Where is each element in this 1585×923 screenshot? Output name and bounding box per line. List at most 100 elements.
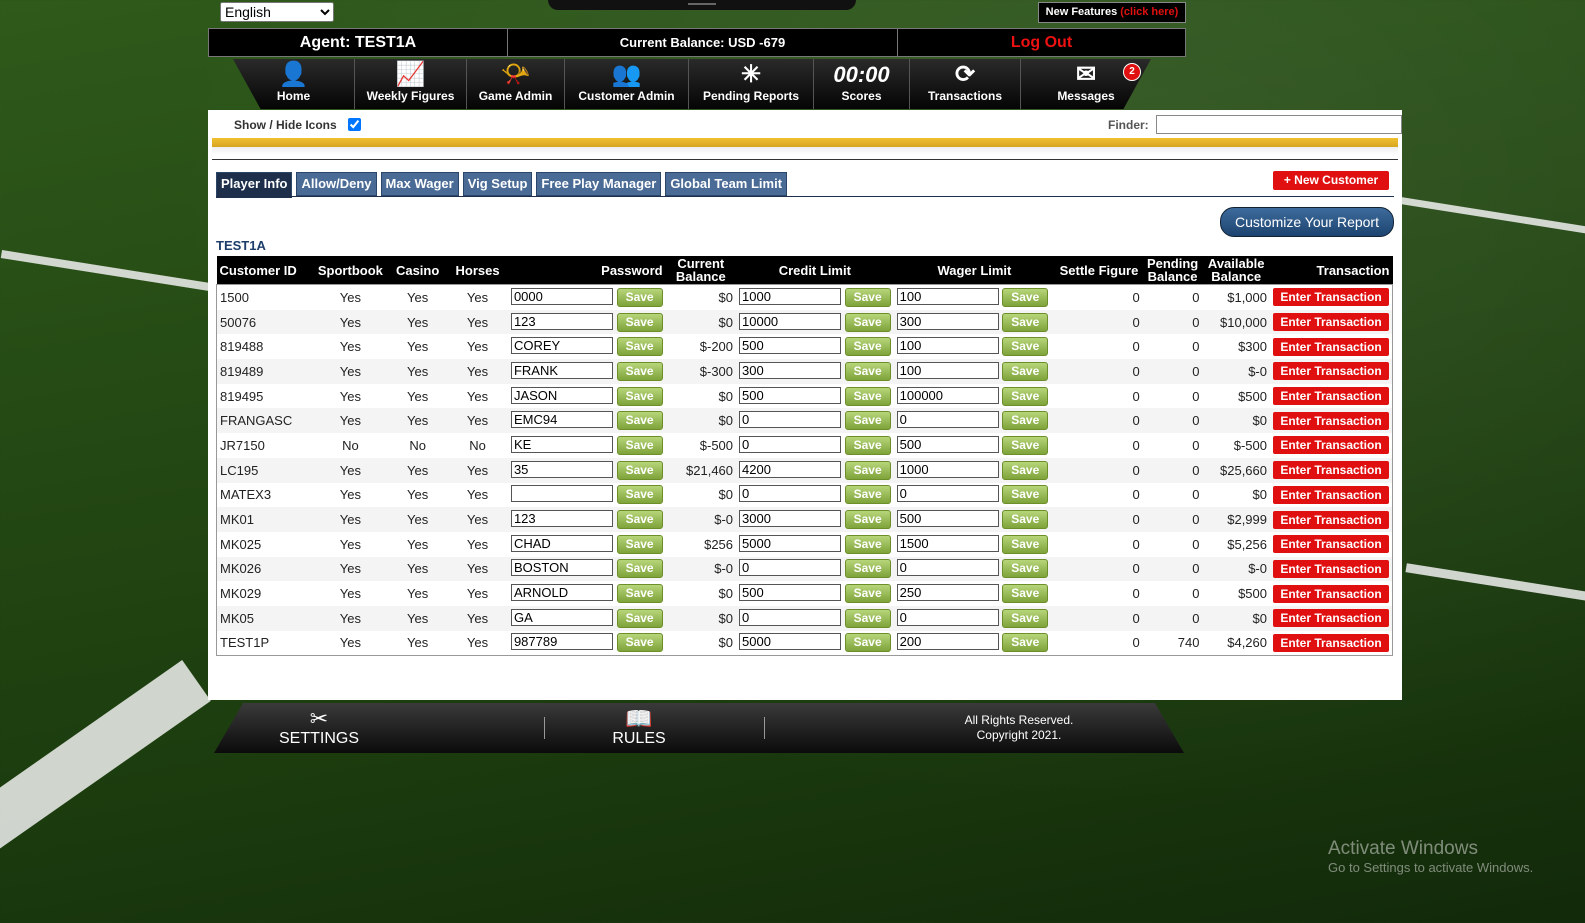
credit-limit-input[interactable] <box>739 435 842 453</box>
horses-status[interactable]: Yes <box>447 581 508 606</box>
password-input[interactable] <box>510 312 613 330</box>
wager-limit-input[interactable] <box>896 312 999 330</box>
wager-limit-input[interactable] <box>896 510 999 528</box>
horses-status[interactable]: Yes <box>447 557 508 582</box>
click-here-link[interactable]: (click here) <box>1120 6 1178 18</box>
save-credit-limit-button[interactable]: Save <box>844 633 891 653</box>
enter-transaction-button[interactable]: Enter Transaction <box>1273 288 1389 307</box>
customer-id[interactable]: MATEX3 <box>217 483 313 508</box>
save-password-button[interactable]: Save <box>616 337 663 357</box>
enter-transaction-button[interactable]: Enter Transaction <box>1273 510 1389 529</box>
sportbook-status[interactable]: No <box>313 433 389 458</box>
wager-limit-input[interactable] <box>896 386 999 404</box>
horses-status[interactable]: Yes <box>447 359 508 384</box>
credit-limit-input[interactable] <box>739 411 842 429</box>
save-credit-limit-button[interactable]: Save <box>844 534 891 554</box>
nav-customer-admin[interactable]: 👥 Customer Admin <box>565 59 689 109</box>
sportbook-status[interactable]: Yes <box>313 532 389 557</box>
customer-id[interactable]: TEST1P <box>217 631 313 656</box>
credit-limit-input[interactable] <box>739 510 842 528</box>
credit-limit-input[interactable] <box>739 361 842 379</box>
language-select[interactable]: English <box>220 2 334 22</box>
credit-limit-input[interactable] <box>739 312 842 330</box>
save-credit-limit-button[interactable]: Save <box>844 608 891 628</box>
settings-link[interactable]: ✂ SETTINGS <box>254 707 384 747</box>
save-password-button[interactable]: Save <box>616 287 663 307</box>
save-password-button[interactable]: Save <box>616 584 663 604</box>
horses-status[interactable]: Yes <box>447 507 508 532</box>
save-wager-limit-button[interactable]: Save <box>1002 485 1049 505</box>
save-wager-limit-button[interactable]: Save <box>1002 584 1049 604</box>
credit-limit-input[interactable] <box>739 559 842 577</box>
customer-id[interactable]: MK01 <box>217 507 313 532</box>
password-input[interactable] <box>510 608 613 626</box>
customer-id[interactable]: 50076 <box>217 310 313 335</box>
sportbook-status[interactable]: Yes <box>313 483 389 508</box>
casino-status[interactable]: Yes <box>388 483 447 508</box>
sportbook-status[interactable]: Yes <box>313 631 389 656</box>
horses-status[interactable]: Yes <box>447 408 508 433</box>
casino-status[interactable]: Yes <box>388 334 447 359</box>
wager-limit-input[interactable] <box>896 608 999 626</box>
customer-id[interactable]: JR7150 <box>217 433 313 458</box>
customer-id[interactable]: FRANGASC <box>217 408 313 433</box>
customer-id[interactable]: LC195 <box>217 458 313 483</box>
save-password-button[interactable]: Save <box>616 608 663 628</box>
enter-transaction-button[interactable]: Enter Transaction <box>1273 535 1389 554</box>
enter-transaction-button[interactable]: Enter Transaction <box>1273 436 1389 455</box>
password-input[interactable] <box>510 337 613 355</box>
wager-limit-input[interactable] <box>896 584 999 602</box>
casino-status[interactable]: Yes <box>388 532 447 557</box>
save-credit-limit-button[interactable]: Save <box>844 559 891 579</box>
credit-limit-input[interactable] <box>739 633 842 651</box>
new-customer-button[interactable]: + New Customer <box>1273 171 1389 190</box>
top-handle[interactable] <box>548 0 856 10</box>
tab-allow-deny[interactable]: Allow/Deny <box>296 172 377 196</box>
save-password-button[interactable]: Save <box>616 312 663 332</box>
enter-transaction-button[interactable]: Enter Transaction <box>1273 461 1389 480</box>
save-credit-limit-button[interactable]: Save <box>844 386 891 406</box>
sportbook-status[interactable]: Yes <box>313 310 389 335</box>
save-wager-limit-button[interactable]: Save <box>1002 411 1049 431</box>
horses-status[interactable]: Yes <box>447 532 508 557</box>
horses-status[interactable]: Yes <box>447 384 508 409</box>
save-credit-limit-button[interactable]: Save <box>844 287 891 307</box>
save-password-button[interactable]: Save <box>616 559 663 579</box>
save-password-button[interactable]: Save <box>616 485 663 505</box>
customer-id[interactable]: 819495 <box>217 384 313 409</box>
enter-transaction-button[interactable]: Enter Transaction <box>1273 609 1389 628</box>
wager-limit-input[interactable] <box>896 485 999 503</box>
credit-limit-input[interactable] <box>739 584 842 602</box>
casino-status[interactable]: Yes <box>388 310 447 335</box>
sportbook-status[interactable]: Yes <box>313 507 389 532</box>
save-credit-limit-button[interactable]: Save <box>844 337 891 357</box>
sportbook-status[interactable]: Yes <box>313 359 389 384</box>
horses-status[interactable]: Yes <box>447 285 508 310</box>
save-wager-limit-button[interactable]: Save <box>1002 361 1049 381</box>
sportbook-status[interactable]: Yes <box>313 606 389 631</box>
tab-free-play-manager[interactable]: Free Play Manager <box>536 172 662 196</box>
save-credit-limit-button[interactable]: Save <box>844 411 891 431</box>
save-credit-limit-button[interactable]: Save <box>844 584 891 604</box>
wager-limit-input[interactable] <box>896 287 999 305</box>
password-input[interactable] <box>510 559 613 577</box>
logout-button[interactable]: Log Out <box>898 29 1185 56</box>
password-input[interactable] <box>510 386 613 404</box>
tab-max-wager[interactable]: Max Wager <box>380 172 459 196</box>
save-credit-limit-button[interactable]: Save <box>844 312 891 332</box>
password-input[interactable] <box>510 460 613 478</box>
sportbook-status[interactable]: Yes <box>313 557 389 582</box>
save-credit-limit-button[interactable]: Save <box>844 460 891 480</box>
wager-limit-input[interactable] <box>896 559 999 577</box>
password-input[interactable] <box>510 510 613 528</box>
password-input[interactable] <box>510 633 613 651</box>
nav-transactions[interactable]: ⟳ Transactions <box>910 59 1021 109</box>
wager-limit-input[interactable] <box>896 361 999 379</box>
save-credit-limit-button[interactable]: Save <box>844 510 891 530</box>
casino-status[interactable]: Yes <box>388 606 447 631</box>
tab-vig-setup[interactable]: Vig Setup <box>462 172 533 196</box>
save-password-button[interactable]: Save <box>616 534 663 554</box>
password-input[interactable] <box>510 485 613 503</box>
save-wager-limit-button[interactable]: Save <box>1002 287 1049 307</box>
customize-report-button[interactable]: Customize Your Report <box>1220 207 1394 237</box>
